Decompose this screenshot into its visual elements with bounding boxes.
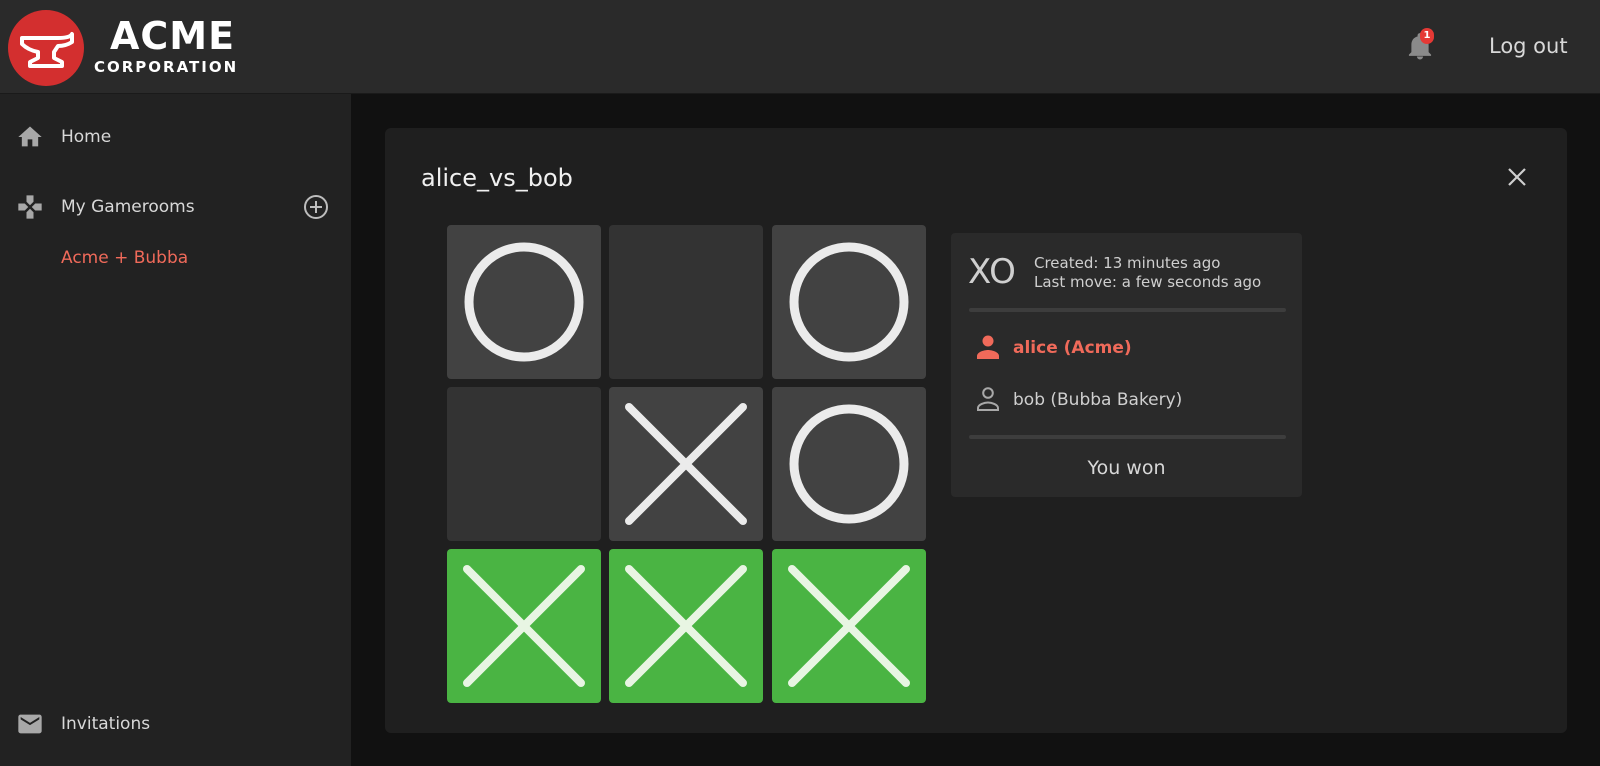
o-mark-icon [789,242,909,362]
sidebar-item-label: Invitations [61,714,151,734]
gameroom-link: Acme + Bubba [61,248,189,268]
sidebar-item-label: Home [61,127,112,147]
person-outline-icon [977,387,999,411]
sidebar-item-acme-bubba[interactable]: Acme + Bubba [0,238,351,278]
top-bar: ACME CORPORATION 1 Log out [0,0,1600,94]
x-mark-icon [625,403,747,525]
board-cell[interactable] [447,225,601,379]
board-cell[interactable] [609,387,763,541]
person-filled-icon [977,335,999,359]
notification-badge: 1 [1420,28,1434,44]
o-mark-icon [789,404,909,524]
logo-title: ACME [110,14,236,58]
board-cell[interactable] [772,387,926,541]
player-bob: bob (Bubba Bakery) [1013,390,1183,410]
player-alice: alice (Acme) [1013,338,1132,358]
divider [969,308,1286,312]
board-cell[interactable] [609,549,763,703]
add-gameroom-icon[interactable] [303,194,329,220]
mail-icon [18,714,42,734]
logout-button[interactable]: Log out [1489,34,1568,58]
x-mark-icon [463,565,585,687]
board-cell[interactable] [447,549,601,703]
divider [969,435,1286,439]
game-type-label: XO [968,252,1016,292]
x-mark-icon [788,565,910,687]
sidebar-item-invitations[interactable]: Invitations [0,704,351,744]
created-text: Created: 13 minutes ago [1034,254,1221,272]
o-mark-icon [464,242,584,362]
board-cell[interactable] [772,225,926,379]
logo-subtitle: CORPORATION [94,58,239,76]
last-move-text: Last move: a few seconds ago [1034,273,1262,291]
close-icon[interactable] [1505,165,1529,189]
board-cell[interactable] [447,387,601,541]
board-cell[interactable] [609,225,763,379]
sidebar-item-label: My Gamerooms [61,197,195,217]
sidebar: Home My Gamerooms Acme + Bubba Invitatio… [0,94,351,766]
x-mark-icon [625,565,747,687]
gamepad-icon [18,195,42,219]
page-title: alice_vs_bob [421,164,573,192]
sidebar-item-gamerooms[interactable]: My Gamerooms [0,187,351,227]
sidebar-item-home[interactable]: Home [0,117,351,157]
home-icon [18,126,42,147]
acme-logo-icon[interactable] [8,10,84,86]
game-result: You won [1087,457,1166,479]
board-cell[interactable] [772,549,926,703]
